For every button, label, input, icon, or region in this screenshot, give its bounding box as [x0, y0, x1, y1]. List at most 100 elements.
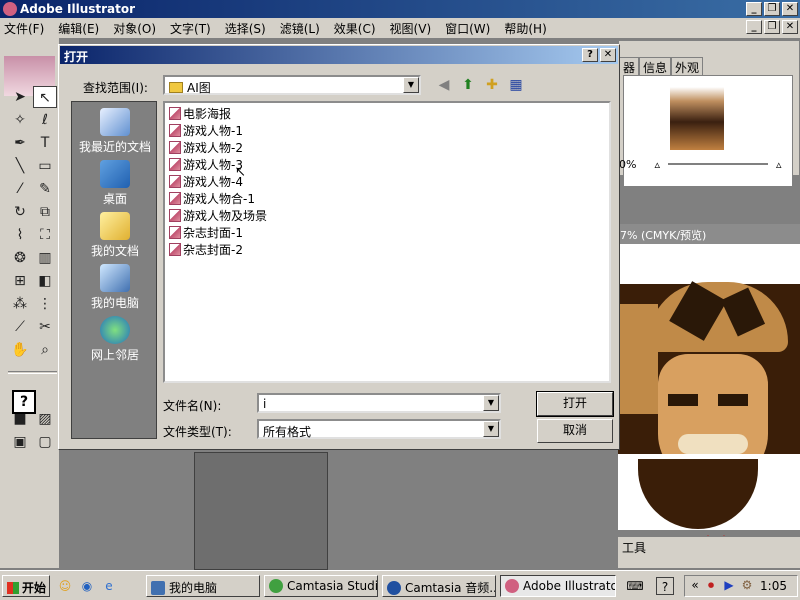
list-item[interactable]: 游戏人物-2 — [169, 139, 243, 155]
cancel-button[interactable]: 取消 — [537, 419, 613, 443]
zoom-out-icon[interactable]: ▵ — [654, 158, 660, 171]
filetype-dropdown[interactable]: 所有格式 ▼ — [257, 419, 501, 439]
doc-close-button[interactable]: ✕ — [782, 20, 798, 34]
list-item[interactable]: 游戏人物-4 — [169, 173, 243, 189]
quicklaunch-media-icon[interactable]: ◉ — [78, 577, 96, 595]
menu-select[interactable]: 选择(S) — [225, 20, 266, 37]
list-item[interactable]: 游戏人物-1 — [169, 122, 243, 138]
menu-effect[interactable]: 效果(C) — [334, 20, 376, 37]
record-icon[interactable]: ⏺ — [703, 578, 719, 594]
scale-tool-icon[interactable]: ⧉ — [33, 201, 57, 223]
minimize-button[interactable]: _ — [746, 2, 762, 16]
blend-tool-icon[interactable]: ⋮ — [33, 293, 57, 315]
place-label: 我的电脑 — [90, 296, 139, 310]
place-my-documents[interactable]: 我的文档 — [72, 212, 158, 259]
dialog-help-button[interactable]: ? — [582, 48, 598, 62]
place-desktop[interactable]: 桌面 — [72, 160, 158, 207]
list-item[interactable]: 杂志封面-2 — [169, 241, 243, 257]
menu-window[interactable]: 窗口(W) — [445, 20, 490, 37]
doc-restore-button[interactable]: ❐ — [764, 20, 780, 34]
view-menu-icon[interactable]: ▦ — [507, 76, 525, 94]
slice-tool-icon[interactable]: ⟋ — [8, 316, 32, 338]
tray-expand-icon[interactable]: « — [687, 578, 703, 594]
chevron-down-icon[interactable]: ▼ — [403, 77, 419, 93]
type-tool-icon[interactable]: T — [33, 132, 57, 154]
rectangle-tool-icon[interactable]: ▭ — [33, 155, 57, 177]
fill-color-icon[interactable]: ■ — [8, 408, 32, 430]
menu-edit[interactable]: 编辑(E) — [58, 20, 99, 37]
zoom-slider[interactable] — [667, 163, 768, 165]
gradient-tool-icon[interactable]: ◧ — [33, 270, 57, 292]
up-folder-icon[interactable]: ⬆ — [459, 76, 477, 94]
paintbrush-tool-icon[interactable]: ⁄ — [8, 178, 32, 200]
menu-help[interactable]: 帮助(H) — [504, 20, 546, 37]
zoom-tool-icon[interactable]: ⌕ — [33, 339, 57, 361]
help-icon[interactable]: ? — [656, 577, 674, 595]
doc-minimize-button[interactable]: _ — [746, 20, 762, 34]
task-camtasia-audio[interactable]: Camtasia 音频... — [382, 575, 496, 597]
list-item[interactable]: 游戏人物-3 — [169, 156, 243, 172]
restore-button[interactable]: ❐ — [764, 2, 780, 16]
menu-object[interactable]: 对象(O) — [113, 20, 156, 37]
direct-selection-tool-icon[interactable]: ↖ — [33, 86, 57, 108]
quicklaunch-ie-icon[interactable]: e — [100, 577, 118, 595]
artwork-canvas[interactable] — [618, 244, 800, 530]
my-documents-icon — [100, 212, 130, 240]
no-fill-icon[interactable]: ▨ — [33, 408, 57, 430]
dialog-close-button[interactable]: ✕ — [600, 48, 616, 62]
dialog-title: 打开 — [64, 50, 89, 64]
mesh-tool-icon[interactable]: ⊞ — [8, 270, 32, 292]
start-button[interactable]: 开始 — [2, 575, 50, 597]
place-network[interactable]: 网上邻居 — [72, 316, 158, 363]
lookin-dropdown[interactable]: AI图 ▼ — [163, 75, 421, 95]
chevron-down-icon[interactable]: ▼ — [483, 421, 499, 437]
free-transform-tool-icon[interactable]: ⛶ — [33, 224, 57, 246]
close-button[interactable]: ✕ — [782, 2, 798, 16]
magic-wand-tool-icon[interactable]: ✧ — [8, 109, 32, 131]
task-my-computer[interactable]: 我的电脑 — [146, 575, 260, 597]
list-item[interactable]: 游戏人物合-1 — [169, 190, 255, 206]
line-tool-icon[interactable]: ╲ — [8, 155, 32, 177]
list-item[interactable]: 游戏人物及场景 — [169, 207, 267, 223]
folder-icon — [169, 82, 183, 93]
list-item[interactable]: 杂志封面-1 — [169, 224, 243, 240]
play-icon[interactable]: ▶ — [721, 578, 737, 594]
open-button[interactable]: 打开 — [536, 391, 614, 417]
menu-type[interactable]: 文字(T) — [170, 20, 211, 37]
ai-file-icon — [169, 208, 181, 222]
menu-filter[interactable]: 滤镜(L) — [280, 20, 320, 37]
place-my-computer[interactable]: 我的电脑 — [72, 264, 158, 311]
pen-tool-icon[interactable]: ✒ — [8, 132, 32, 154]
keyboard-icon[interactable]: ⌨ — [626, 577, 644, 595]
task-adobe-illustrator[interactable]: Adobe Illustrator — [500, 575, 616, 597]
eyedropper-tool-icon[interactable]: ⁂ — [8, 293, 32, 315]
zoom-in-icon[interactable]: ▵ — [776, 158, 782, 171]
back-icon[interactable]: ◀ — [435, 76, 453, 94]
warp-tool-icon[interactable]: ⌇ — [8, 224, 32, 246]
lasso-tool-icon[interactable]: ℓ — [33, 109, 57, 131]
tab-navigator[interactable]: 器 — [619, 57, 640, 77]
list-item[interactable]: 电影海报 — [169, 105, 231, 121]
quicklaunch-qq-icon[interactable]: ☺ — [56, 577, 74, 595]
new-folder-icon[interactable]: ✚ — [483, 76, 501, 94]
full-screen-mode-icon[interactable]: ▢ — [33, 431, 57, 453]
screen-mode-icon[interactable]: ▣ — [8, 431, 32, 453]
filename-input[interactable]: i ▼ — [257, 393, 501, 413]
place-recent-documents[interactable]: 我最近的文档 — [72, 108, 158, 155]
network-tray-icon[interactable]: ⚙ — [739, 578, 755, 594]
graph-tool-icon[interactable]: ▥ — [33, 247, 57, 269]
menu-file[interactable]: 文件(F) — [4, 20, 44, 37]
task-camtasia-studio[interactable]: Camtasia Studi... — [264, 575, 378, 597]
rotate-tool-icon[interactable]: ↻ — [8, 201, 32, 223]
chevron-down-icon[interactable]: ▼ — [483, 395, 499, 411]
tab-info[interactable]: 信息 — [639, 57, 672, 77]
pencil-tool-icon[interactable]: ✎ — [33, 178, 57, 200]
selection-tool-icon[interactable]: ➤ — [8, 86, 32, 108]
hand-tool-icon[interactable]: ✋ — [8, 339, 32, 361]
symbol-sprayer-tool-icon[interactable]: ❂ — [8, 247, 32, 269]
menu-view[interactable]: 视图(V) — [390, 20, 432, 37]
file-name: 游戏人物-3 — [183, 157, 243, 172]
tab-appearance[interactable]: 外观 — [671, 57, 704, 77]
scissors-tool-icon[interactable]: ✂ — [33, 316, 57, 338]
place-label: 我最近的文档 — [78, 140, 151, 154]
